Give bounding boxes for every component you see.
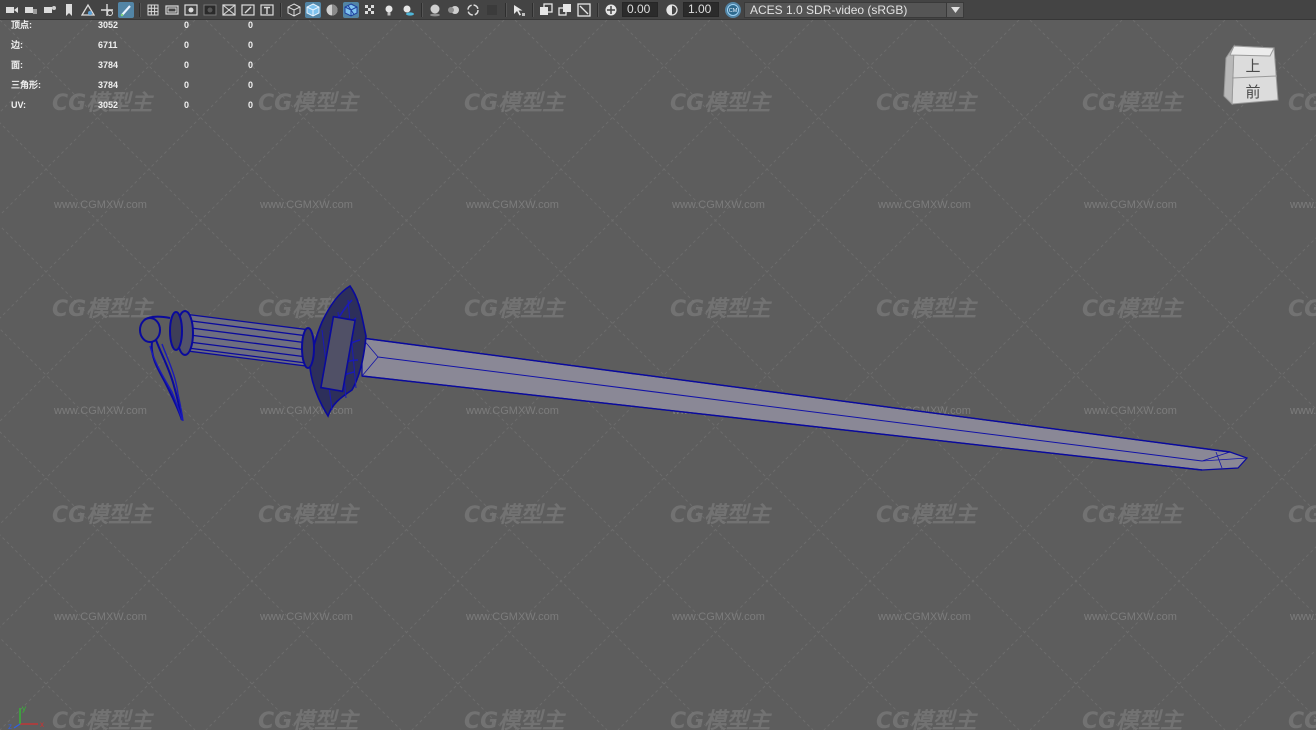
sword-model[interactable] [0, 0, 1316, 730]
axis-y-label: y [22, 704, 26, 713]
axis-gizmo: x y z [8, 704, 44, 730]
sword-blade[interactable] [361, 337, 1249, 471]
sword-handle[interactable] [143, 310, 315, 369]
axis-z-label: z [8, 722, 12, 730]
view-cube[interactable]: 上 前 [1222, 42, 1282, 114]
viewcube-front-label[interactable]: 前 [1245, 83, 1260, 101]
sword-guard[interactable] [309, 284, 367, 418]
viewcube-top-label[interactable]: 上 [1245, 57, 1260, 75]
axis-x-label: x [40, 720, 44, 729]
